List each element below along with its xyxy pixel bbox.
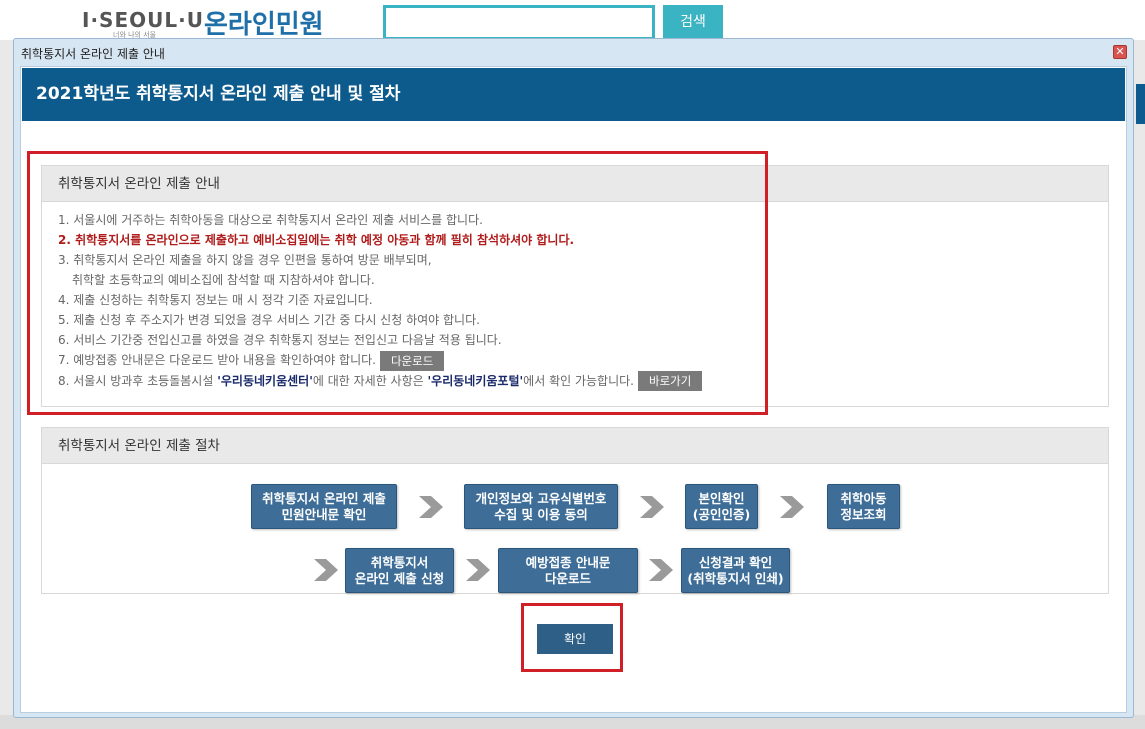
background-header: I·SEOUL·U 너와 나의 서울 온라인민원 검색 xyxy=(0,0,1145,40)
step-label: 개인정보와 고유식별번호 xyxy=(475,490,607,506)
step-label: 취학아동 xyxy=(840,490,887,506)
step-label: 본인확인 xyxy=(698,490,745,506)
step-label: 온라인 제출 신청 xyxy=(354,570,445,586)
dialog-titlebar[interactable]: 취학통지서 온라인 제출 안내 ✕ xyxy=(14,39,1133,65)
modal-dialog: 취학통지서 온라인 제출 안내 ✕ 2021학년도 취학통지서 온라인 제출 안… xyxy=(13,38,1134,718)
site-title: 온라인민원 xyxy=(204,10,324,40)
step-vaccination-download: 예방접종 안내문 다운로드 xyxy=(498,548,638,593)
step-identity-verification: 본인확인 (공인인증) xyxy=(685,484,758,529)
step-label: (취학통지서 인쇄) xyxy=(687,570,784,586)
step-label: 정보조회 xyxy=(840,506,887,522)
step-label: 신청결과 확인 xyxy=(698,554,773,570)
background-nav-strip xyxy=(1136,84,1145,124)
close-icon[interactable]: ✕ xyxy=(1113,45,1127,59)
banner-title: 2021학년도 취학통지서 온라인 제출 안내 및 절차 xyxy=(22,68,1125,121)
step-child-info-lookup: 취학아동 정보조회 xyxy=(827,484,900,529)
step-label: 민원안내문 확인 xyxy=(281,506,367,522)
step-label: 예방접종 안내문 xyxy=(525,554,611,570)
search-button[interactable]: 검색 xyxy=(663,5,723,40)
highlight-box-notice xyxy=(27,151,768,415)
step-label: 취학통지서 xyxy=(370,554,429,570)
chevron-right-icon xyxy=(466,559,490,581)
step-privacy-consent: 개인정보와 고유식별번호 수집 및 이용 동의 xyxy=(464,484,618,529)
step-label: 취학통지서 온라인 제출 xyxy=(262,490,386,506)
step-label: 다운로드 xyxy=(544,570,591,586)
step-online-submission: 취학통지서 온라인 제출 신청 xyxy=(345,548,454,593)
chevron-right-icon xyxy=(649,559,673,581)
chevron-right-icon xyxy=(640,496,664,518)
search-input[interactable] xyxy=(383,5,655,40)
procedure-heading: 취학통지서 온라인 제출 절차 xyxy=(42,428,1108,464)
step-label: (공인인증) xyxy=(692,506,751,522)
step-result-check: 신청결과 확인 (취학통지서 인쇄) xyxy=(681,548,790,593)
seoul-logo: I·SEOUL·U xyxy=(82,8,204,32)
step-label: 수집 및 이용 동의 xyxy=(494,506,588,522)
dialog-content: 2021학년도 취학통지서 온라인 제출 안내 및 절차 취학통지서 온라인 제… xyxy=(20,66,1127,713)
chevron-right-icon xyxy=(314,559,338,581)
dialog-title: 취학통지서 온라인 제출 안내 xyxy=(21,47,165,61)
highlight-box-confirm xyxy=(521,603,623,672)
chevron-right-icon xyxy=(419,496,443,518)
step-civil-guide-check: 취학통지서 온라인 제출 민원안내문 확인 xyxy=(251,484,397,529)
chevron-right-icon xyxy=(780,496,804,518)
